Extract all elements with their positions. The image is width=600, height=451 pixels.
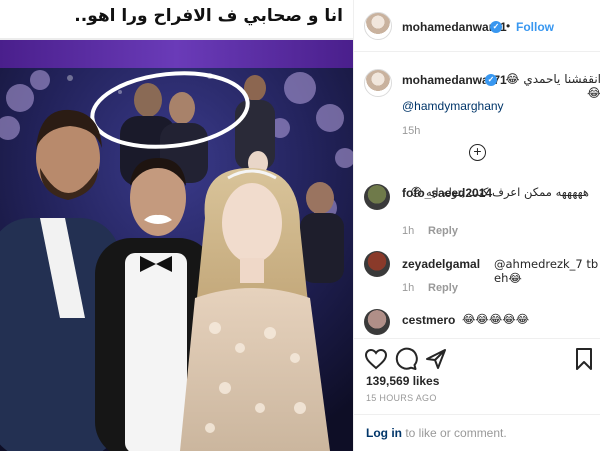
image-caption-text: انا و صحابي ف الافراح ورا اهو.. <box>74 6 343 26</box>
photo-scene <box>0 68 353 451</box>
divider <box>354 414 600 415</box>
heart-icon[interactable] <box>364 347 388 371</box>
comment-timestamp[interactable]: 1h <box>402 225 414 237</box>
post-age[interactable]: 15 HOURS AGO <box>366 393 437 403</box>
share-icon[interactable] <box>424 347 448 371</box>
reply-button[interactable]: Reply <box>428 282 458 294</box>
comment-icon[interactable] <box>394 347 418 371</box>
caption-verified-badge-icon: ✓ <box>485 74 497 86</box>
login-prompt-text: to like or comment. <box>402 426 507 440</box>
comment-text: 😂😂😂😂😂 <box>462 312 530 326</box>
caption-band: انا و صحابي ف الافراح ورا اهو.. <box>0 0 353 40</box>
comments-section: mohamedanwar71 ✓ انقفشنا ياحمدي 😂😂 @hamd… <box>354 53 600 338</box>
verified-badge-icon: ✓ <box>490 21 502 33</box>
comment-timestamp[interactable]: 1h <box>402 282 414 294</box>
comment-username[interactable]: zeyadelgamal <box>402 257 480 271</box>
login-link[interactable]: Log in <box>366 426 402 440</box>
post-image[interactable]: انا و صحابي ف الافراح ورا اهو.. <box>0 0 353 451</box>
comment-avatar[interactable] <box>364 184 390 210</box>
reply-button[interactable]: Reply <box>428 225 458 237</box>
comment-avatar[interactable] <box>364 251 390 277</box>
post-actions: 139,569 likes 15 HOURS AGO Log in to lik… <box>354 338 600 451</box>
follow-button[interactable]: Follow <box>516 20 554 34</box>
caption-timestamp[interactable]: 15h <box>402 125 420 137</box>
comment-text: @ahmedrezk_7 tb eh😂 <box>494 257 599 285</box>
likes-count[interactable]: 139,569 likes <box>366 374 439 388</box>
stage-light-bar <box>0 40 353 68</box>
comment-username[interactable]: cestmero <box>402 313 455 327</box>
author-avatar[interactable] <box>364 12 392 40</box>
caption-mention-link[interactable]: @hamdymarghany <box>402 99 504 113</box>
caption-author-avatar[interactable] <box>364 69 392 97</box>
post-header: mohamedanwar71 ✓ • Follow <box>354 0 600 52</box>
comment-text: هههههه ممكن اعرف كنت بتوله ايه 😐 <box>410 185 589 199</box>
load-more-comments-icon[interactable]: + <box>469 144 486 161</box>
caption-text: انقفشنا ياحمدي 😂😂 <box>505 72 600 100</box>
login-prompt: Log in to like or comment. <box>366 426 507 440</box>
comment-avatar[interactable] <box>364 309 390 335</box>
header-separator: • <box>506 19 511 33</box>
bookmark-icon[interactable] <box>572 347 596 371</box>
post-sidebar: mohamedanwar71 ✓ • Follow mohamedanwar71… <box>353 0 600 451</box>
